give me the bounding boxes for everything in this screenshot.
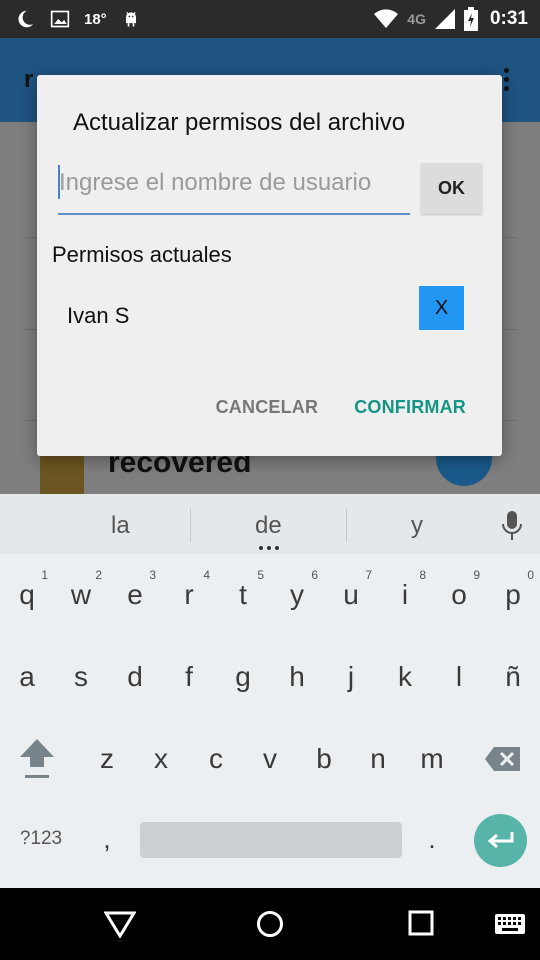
key-x[interactable]: x xyxy=(134,724,188,794)
key-s[interactable]: s xyxy=(54,642,108,712)
key-hint: 3 xyxy=(149,568,156,582)
confirm-button[interactable]: CONFIRMAR xyxy=(354,397,466,418)
backspace-key[interactable] xyxy=(476,724,530,794)
key-b[interactable]: b xyxy=(297,724,351,794)
suggestion-divider xyxy=(190,508,191,542)
wifi-icon xyxy=(374,9,399,28)
key-label: y xyxy=(290,579,304,610)
more-suggestions-icon[interactable] xyxy=(259,546,279,550)
suggestion-strip: la de y xyxy=(0,494,540,554)
image-icon xyxy=(50,10,70,28)
battery-icon xyxy=(463,7,478,31)
key-a[interactable]: a xyxy=(0,642,54,712)
key-label: p xyxy=(505,579,521,610)
key-r[interactable]: r4 xyxy=(162,560,216,630)
key-label: u xyxy=(343,579,359,610)
key-o[interactable]: o9 xyxy=(432,560,486,630)
key-hint: 1 xyxy=(41,568,48,582)
key-u[interactable]: u7 xyxy=(324,560,378,630)
key-k[interactable]: k xyxy=(378,642,432,712)
text-cursor xyxy=(58,165,60,199)
key-v[interactable]: v xyxy=(243,724,297,794)
signal-icon xyxy=(434,9,455,29)
key-h[interactable]: h xyxy=(270,642,324,712)
keyboard-switch-icon[interactable] xyxy=(494,913,526,935)
key-q[interactable]: q1 xyxy=(0,560,54,630)
username-input[interactable] xyxy=(58,163,410,203)
enter-key[interactable] xyxy=(474,814,527,867)
moon-icon xyxy=(18,10,34,28)
permissions-heading: Permisos actuales xyxy=(52,242,232,267)
key-label: t xyxy=(239,579,247,610)
suggestion-item[interactable]: la xyxy=(111,512,130,540)
more-options-icon[interactable] xyxy=(504,68,510,94)
key-label: i xyxy=(401,579,409,610)
key-p[interactable]: p0 xyxy=(486,560,540,630)
key-label: e xyxy=(127,579,143,610)
key-j[interactable]: j xyxy=(324,642,378,712)
permission-user: Ivan S xyxy=(67,303,130,328)
key-z[interactable]: z xyxy=(80,724,134,794)
key-hint: 2 xyxy=(95,568,102,582)
key-n-tilde[interactable]: ñ xyxy=(486,642,540,712)
ok-button[interactable]: OK xyxy=(421,163,482,214)
key-c[interactable]: c xyxy=(189,724,243,794)
key-f[interactable]: f xyxy=(162,642,216,712)
back-icon[interactable] xyxy=(104,910,136,938)
suggestion-divider xyxy=(346,508,347,542)
temperature-text: 18° xyxy=(84,10,107,28)
recents-icon[interactable] xyxy=(408,910,434,936)
key-n[interactable]: n xyxy=(351,724,405,794)
key-t[interactable]: t5 xyxy=(216,560,270,630)
enter-icon xyxy=(487,831,513,848)
key-m[interactable]: m xyxy=(405,724,459,794)
key-hint: 7 xyxy=(365,568,372,582)
folder-icon xyxy=(40,454,84,494)
key-e[interactable]: e3 xyxy=(108,560,162,630)
username-field[interactable] xyxy=(58,163,410,215)
key-hint: 0 xyxy=(527,568,534,582)
key-g[interactable]: g xyxy=(216,642,270,712)
key-y[interactable]: y6 xyxy=(270,560,324,630)
android-icon xyxy=(125,11,136,27)
key-label: o xyxy=(451,579,467,610)
key-label: r xyxy=(184,579,194,610)
comma-key[interactable]: , xyxy=(80,804,134,874)
key-label: w xyxy=(70,579,92,610)
period-key[interactable]: . xyxy=(405,804,459,874)
symbols-key[interactable]: ?123 xyxy=(14,804,68,874)
app-title: r xyxy=(24,66,34,93)
key-label: q xyxy=(19,579,35,610)
cancel-button[interactable]: CANCELAR xyxy=(216,397,319,418)
network-type: 4G xyxy=(407,11,426,27)
navigation-bar xyxy=(0,888,540,960)
suggestion-item[interactable]: de xyxy=(255,512,282,540)
backspace-icon xyxy=(485,747,520,771)
key-hint: 9 xyxy=(473,568,480,582)
home-icon[interactable] xyxy=(256,910,284,938)
key-d[interactable]: d xyxy=(108,642,162,712)
clock: 0:31 xyxy=(489,8,528,29)
key-hint: 4 xyxy=(203,568,210,582)
status-bar: 18° 4G 0:31 xyxy=(0,0,540,38)
space-key[interactable] xyxy=(140,822,402,858)
key-hint: 8 xyxy=(419,568,426,582)
suggestion-item[interactable]: y xyxy=(411,512,423,540)
microphone-icon[interactable] xyxy=(500,510,524,542)
key-l[interactable]: l xyxy=(432,642,486,712)
remove-permission-button[interactable]: X xyxy=(419,286,464,330)
key-w[interactable]: w2 xyxy=(54,560,108,630)
shift-key[interactable] xyxy=(10,724,64,794)
key-hint: 6 xyxy=(311,568,318,582)
dialog-title: Actualizar permisos del archivo xyxy=(73,109,406,136)
key-hint: 5 xyxy=(257,568,264,582)
key-i[interactable]: i8 xyxy=(378,560,432,630)
soft-keyboard: la de y q1 w2 e3 r4 t5 y6 u7 i8 o9 p0 a … xyxy=(0,494,540,888)
update-permissions-dialog: Actualizar permisos del archivo OK Permi… xyxy=(37,75,502,456)
shift-icon xyxy=(20,739,54,778)
